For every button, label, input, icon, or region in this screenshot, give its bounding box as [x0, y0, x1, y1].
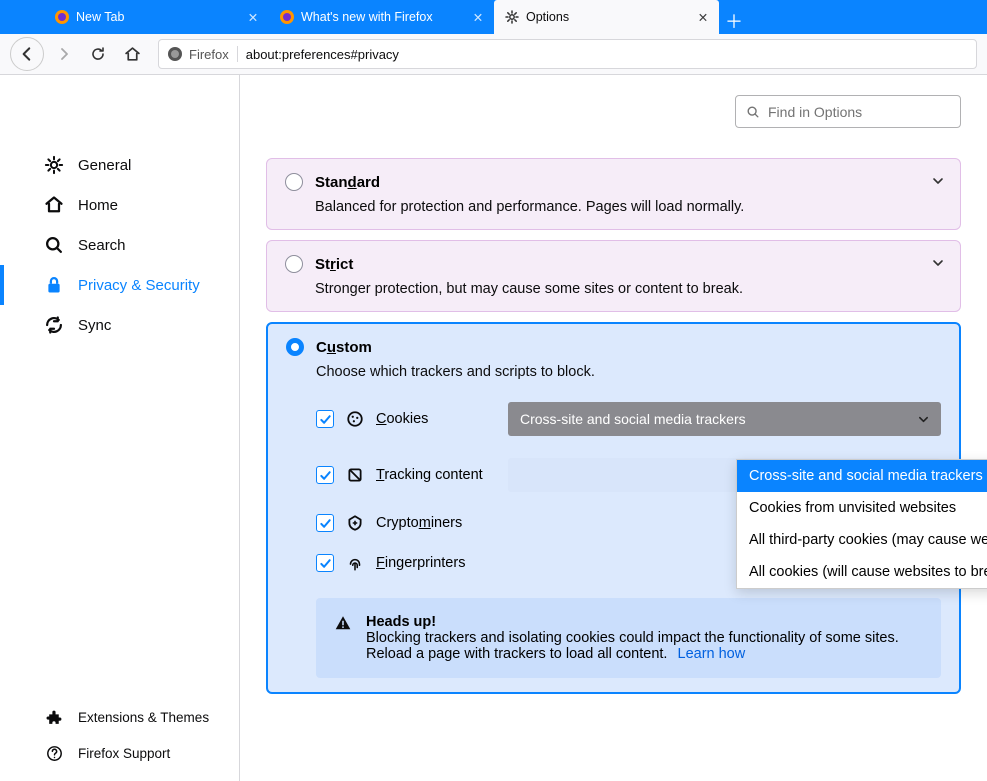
sidebar-item-support[interactable]: Firefox Support — [0, 735, 239, 771]
chevron-down-icon[interactable] — [932, 175, 944, 187]
home-button[interactable] — [118, 40, 146, 68]
tab-label: New Tab — [76, 10, 239, 24]
firefox-icon — [54, 9, 70, 25]
checkbox-cookies[interactable] — [316, 410, 334, 428]
option-label: Fingerprinters — [376, 555, 496, 571]
sidebar-item-label: Sync — [78, 317, 111, 334]
warning-icon — [334, 614, 352, 632]
search-icon — [746, 105, 760, 119]
sidebar-item-search[interactable]: Search — [0, 225, 239, 265]
radio-custom[interactable] — [286, 338, 304, 356]
arrow-right-icon — [56, 46, 72, 62]
learn-how-link[interactable]: Learn how — [678, 646, 746, 662]
checkbox-crypto[interactable] — [316, 514, 334, 532]
close-icon[interactable]: ✕ — [245, 10, 261, 25]
fingerprint-icon — [346, 554, 364, 572]
panel-title: Standard — [315, 174, 380, 191]
dropdown-value: Cross-site and social media trackers — [520, 411, 746, 427]
panel-title: Strict — [315, 256, 353, 273]
dropdown-item[interactable]: Cookies from unvisited websites — [737, 492, 987, 524]
gear-icon — [504, 9, 520, 25]
home-icon — [44, 195, 64, 215]
panel-title: Custom — [316, 339, 372, 356]
panel-strict[interactable]: Strict Stronger protection, but may caus… — [266, 240, 961, 312]
tab-options[interactable]: Options ✕ — [494, 0, 719, 34]
url-bar[interactable]: Firefox about:preferences#privacy — [158, 39, 977, 69]
tab-label: Options — [526, 10, 689, 24]
cookies-dropdown[interactable]: Cross-site and social media trackers — [508, 402, 941, 436]
panel-desc: Balanced for protection and performance.… — [315, 199, 942, 215]
cookies-dropdown-menu: Cross-site and social media trackers Coo… — [736, 459, 987, 589]
sidebar-item-home[interactable]: Home — [0, 185, 239, 225]
option-cookies-row: Cookies Cross-site and social media trac… — [316, 402, 941, 436]
tracking-icon — [346, 466, 364, 484]
sidebar-item-sync[interactable]: Sync — [0, 305, 239, 345]
sidebar-item-label: Search — [78, 237, 126, 254]
find-placeholder: Find in Options — [768, 104, 862, 120]
lock-icon — [44, 275, 64, 295]
heads-up-callout: Heads up! Blocking trackers and isolatin… — [316, 598, 941, 678]
url-text: about:preferences#privacy — [246, 47, 399, 62]
panel-desc: Stronger protection, but may cause some … — [315, 281, 942, 297]
reload-icon — [90, 46, 106, 62]
sidebar-item-label: Home — [78, 197, 118, 214]
reload-button[interactable] — [84, 40, 112, 68]
sidebar-item-extensions[interactable]: Extensions & Themes — [0, 699, 239, 735]
option-label: Cookies — [376, 411, 496, 427]
back-button[interactable] — [10, 37, 44, 71]
radio-strict[interactable] — [285, 255, 303, 273]
preferences-sidebar: General Home Search Privacy & Security S… — [0, 75, 240, 781]
site-identity[interactable]: Firefox — [167, 46, 238, 62]
new-tab-button[interactable]: ＋ — [719, 8, 749, 34]
puzzle-icon — [44, 707, 64, 727]
sidebar-item-label: Firefox Support — [78, 746, 170, 761]
browser-titlebar: New Tab ✕ What's new with Firefox ✕ Opti… — [0, 0, 987, 34]
browser-navbar: Firefox about:preferences#privacy — [0, 34, 987, 75]
radio-standard[interactable] — [285, 173, 303, 191]
tab-label: What's new with Firefox — [301, 10, 464, 24]
preferences-main: Find in Options Standard Balanced for pr… — [240, 75, 987, 781]
crypto-icon — [346, 514, 364, 532]
callout-body: Blocking trackers and isolating cookies … — [366, 630, 899, 662]
close-icon[interactable]: ✕ — [695, 10, 711, 25]
sidebar-item-label: Privacy & Security — [78, 277, 200, 294]
tab-new-tab[interactable]: New Tab ✕ — [44, 0, 269, 34]
sidebar-item-label: General — [78, 157, 131, 174]
home-icon — [124, 46, 141, 63]
search-icon — [44, 235, 64, 255]
arrow-left-icon — [18, 45, 36, 63]
sidebar-item-privacy[interactable]: Privacy & Security — [0, 265, 239, 305]
firefox-icon — [279, 9, 295, 25]
option-label: Cryptominers — [376, 515, 496, 531]
find-in-options-input[interactable]: Find in Options — [735, 95, 961, 128]
forward-button[interactable] — [50, 40, 78, 68]
chevron-down-icon[interactable] — [932, 257, 944, 269]
help-icon — [44, 743, 64, 763]
panel-desc: Choose which trackers and scripts to blo… — [316, 364, 941, 380]
chevron-down-icon — [918, 414, 929, 425]
firefox-icon — [167, 46, 183, 62]
dropdown-item[interactable]: All third-party cookies (may cause websi… — [737, 524, 987, 556]
checkbox-fingerprint[interactable] — [316, 554, 334, 572]
option-label: Tracking content — [376, 467, 496, 483]
sync-icon — [44, 315, 64, 335]
close-icon[interactable]: ✕ — [470, 10, 486, 25]
panel-standard[interactable]: Standard Balanced for protection and per… — [266, 158, 961, 230]
tab-whats-new[interactable]: What's new with Firefox ✕ — [269, 0, 494, 34]
sidebar-item-general[interactable]: General — [0, 145, 239, 185]
gear-icon — [44, 155, 64, 175]
callout-title: Heads up! — [366, 614, 436, 630]
dropdown-item[interactable]: All cookies (will cause websites to brea… — [737, 556, 987, 588]
sidebar-item-label: Extensions & Themes — [78, 710, 209, 725]
site-identity-label: Firefox — [189, 47, 229, 62]
dropdown-value — [520, 467, 524, 483]
cookie-icon — [346, 410, 364, 428]
dropdown-item[interactable]: Cross-site and social media trackers — [737, 460, 987, 492]
content: General Home Search Privacy & Security S… — [0, 75, 987, 781]
checkbox-tracking[interactable] — [316, 466, 334, 484]
